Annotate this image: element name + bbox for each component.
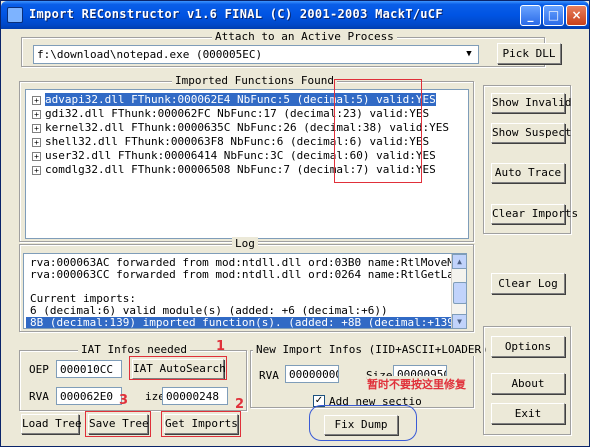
- rva-label: RVA: [29, 390, 49, 403]
- iat-infos-title: IAT Infos needed: [78, 343, 190, 356]
- expand-icon[interactable]: +: [32, 137, 41, 147]
- imported-functions-title: Imported Functions Found: [172, 74, 337, 87]
- clear-imports-button[interactable]: Clear Imports: [491, 204, 578, 224]
- pick-dll-button[interactable]: Pick DLL: [497, 43, 561, 64]
- clear-log-button[interactable]: Clear Log: [491, 273, 565, 294]
- chevron-down-icon[interactable]: ▼: [462, 47, 476, 62]
- expand-icon[interactable]: +: [32, 95, 41, 105]
- scroll-thumb[interactable]: [453, 282, 466, 304]
- expand-icon[interactable]: +: [32, 109, 41, 119]
- new-rva-label: RVA: [259, 369, 279, 382]
- options-button[interactable]: Options: [491, 336, 565, 357]
- expand-icon[interactable]: +: [32, 123, 41, 133]
- maximize-button[interactable]: □: [543, 5, 564, 26]
- annotation-box-save-tree: [85, 411, 151, 437]
- annotation-box-get-imports: [161, 411, 241, 437]
- show-invalid-button[interactable]: Show Invalid: [491, 93, 571, 113]
- new-import-title: New Import Infos (IID+ASCII+LOADER): [253, 343, 491, 356]
- scroll-up-icon[interactable]: ▲: [452, 254, 466, 269]
- minimize-button[interactable]: _: [520, 5, 541, 26]
- close-button[interactable]: ×: [566, 5, 587, 26]
- log-scrollbar[interactable]: ▲ ▼: [451, 254, 466, 328]
- title-bar[interactable]: Import REConstructor v1.6 FINAL (C) 2001…: [1, 1, 589, 29]
- log-line-selected: 8B (decimal:139) imported function(s). (…: [26, 317, 466, 328]
- oep-label: OEP: [29, 363, 49, 376]
- annotation-circle-fix-dump: [309, 405, 417, 441]
- log-list[interactable]: rva:000063AC forwarded from mod:ntdll.dl…: [23, 253, 467, 329]
- app-icon: [7, 7, 23, 23]
- scroll-down-icon[interactable]: ▼: [452, 314, 466, 328]
- exit-button[interactable]: Exit: [491, 403, 565, 424]
- size-field[interactable]: 00000248: [162, 387, 228, 405]
- annotation-note: 暂时不要按这里修复: [367, 376, 466, 392]
- log-title: Log: [232, 237, 258, 250]
- about-button[interactable]: About: [491, 373, 565, 394]
- annotation-number-2: 2: [235, 397, 245, 412]
- new-rva-field[interactable]: 00000000: [285, 365, 339, 383]
- expand-icon[interactable]: +: [32, 165, 41, 175]
- rva-field[interactable]: 000062E0: [56, 387, 122, 405]
- annotation-box-autosearch: [129, 356, 227, 380]
- expand-icon[interactable]: +: [32, 151, 41, 161]
- attach-group-title: Attach to an Active Process: [212, 30, 397, 43]
- annotation-number-3: 3: [119, 393, 129, 408]
- process-value: f:\download\notepad.exe (000005EC): [37, 48, 263, 61]
- window-title: Import REConstructor v1.6 FINAL (C) 2001…: [29, 7, 443, 21]
- log-line: rva:000063CC forwarded from mod:ntdll.dl…: [30, 268, 467, 281]
- load-tree-button[interactable]: Load Tree: [21, 414, 82, 434]
- main-window: Import REConstructor v1.6 FINAL (C) 2001…: [0, 0, 590, 447]
- auto-trace-button[interactable]: Auto Trace: [491, 163, 565, 183]
- show-suspect-button[interactable]: Show Suspect: [491, 123, 571, 143]
- valid-column-highlight: [334, 79, 422, 183]
- process-dropdown[interactable]: f:\download\notepad.exe (000005EC) ▼: [33, 45, 479, 64]
- oep-field[interactable]: 000010CC: [56, 360, 122, 378]
- annotation-number-1: 1: [216, 339, 226, 354]
